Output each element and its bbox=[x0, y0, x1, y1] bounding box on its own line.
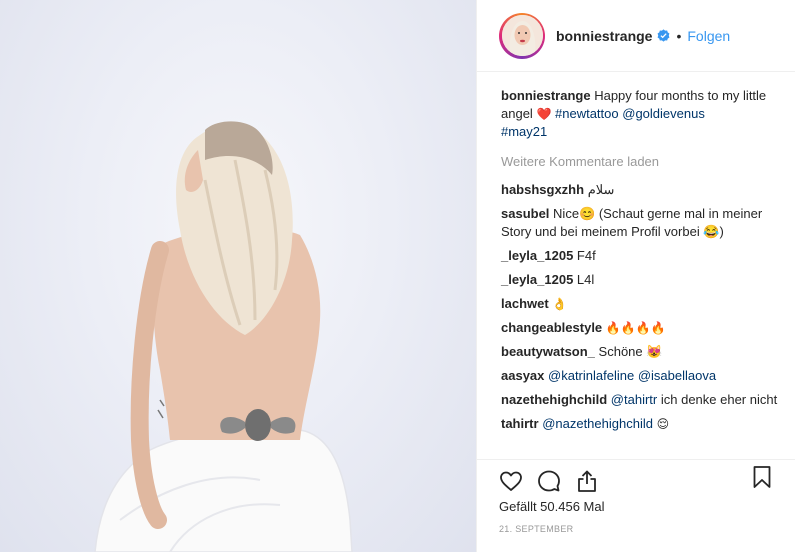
share-icon[interactable] bbox=[575, 469, 599, 493]
post-sidebar: bonniestrange • Folgen bonniestrange Hap… bbox=[476, 0, 795, 552]
comment-text: 🔥🔥🔥🔥 bbox=[605, 321, 666, 335]
header-separator: • bbox=[676, 27, 682, 44]
heart-icon[interactable] bbox=[499, 469, 523, 493]
comment-username[interactable]: habshsgxzhh bbox=[501, 182, 584, 197]
comment-mention[interactable]: @nazethehighchild bbox=[542, 416, 653, 431]
follow-button[interactable]: Folgen bbox=[687, 28, 730, 44]
comment-item: _leyla_1205 F4f bbox=[501, 247, 786, 265]
comment-item: lachwet 👌 bbox=[501, 295, 786, 313]
comment-text: F4f bbox=[576, 248, 596, 263]
comment-mention[interactable]: @isabellaova bbox=[638, 368, 716, 383]
comment-item: tahirtr @nazethehighchild 😌 bbox=[501, 415, 786, 433]
comment-item: beautywatson_ Schöne 😻 bbox=[501, 343, 786, 361]
comment-text: Schöne 😻 bbox=[598, 344, 663, 359]
post-caption: bonniestrange Happy four months to my li… bbox=[501, 87, 786, 141]
post-date: 21. SEPTEMBER bbox=[499, 524, 574, 534]
comment-username[interactable]: sasubel bbox=[501, 206, 549, 221]
comment-text: L4l bbox=[576, 272, 595, 287]
comment-mention[interactable]: @tahirtr bbox=[611, 392, 657, 407]
comment-text: 😌 bbox=[656, 417, 670, 431]
load-more-comments-button[interactable]: Weitere Kommentare laden bbox=[501, 153, 786, 171]
caption-emoji: ❤️ bbox=[536, 107, 552, 121]
comment-username[interactable]: tahirtr bbox=[501, 416, 539, 431]
post-actions: Gefällt 50.456 Mal 21. SEPTEMBER bbox=[477, 459, 795, 549]
action-icon-row bbox=[499, 464, 795, 498]
comment-item: changeablestyle 🔥🔥🔥🔥 bbox=[501, 319, 786, 337]
comment-item: aasyax @katrinlafeline @isabellaova bbox=[501, 367, 786, 385]
comment-mention[interactable]: @katrinlafeline bbox=[548, 368, 634, 383]
comment-username[interactable]: lachwet bbox=[501, 296, 549, 311]
caption-username[interactable]: bonniestrange bbox=[501, 88, 591, 103]
comment-username[interactable]: _leyla_1205 bbox=[501, 248, 573, 263]
comment-item: nazethehighchild @tahirtr ich denke eher… bbox=[501, 391, 786, 409]
post-photo[interactable] bbox=[0, 0, 476, 552]
like-count[interactable]: Gefällt 50.456 Mal bbox=[499, 499, 795, 514]
bookmark-icon[interactable] bbox=[750, 465, 774, 489]
comment-bubble-icon[interactable] bbox=[537, 469, 561, 493]
comment-username[interactable]: _leyla_1205 bbox=[501, 272, 573, 287]
comment-username[interactable]: nazethehighchild bbox=[501, 392, 607, 407]
comment-text: 👌 bbox=[552, 297, 568, 311]
comment-username[interactable]: changeablestyle bbox=[501, 320, 602, 335]
comment-item: sasubel Nice😊 (Schaut gerne mal in meine… bbox=[501, 205, 786, 241]
caption-hashtag-may21[interactable]: #may21 bbox=[501, 124, 547, 139]
comment-item: habshsgxzhh سلام bbox=[501, 181, 786, 199]
comment-username[interactable]: aasyax bbox=[501, 368, 544, 383]
caption-mention-goldievenus[interactable]: @goldievenus bbox=[622, 106, 705, 121]
photo-illustration bbox=[94, 121, 353, 552]
avatar[interactable] bbox=[499, 12, 545, 59]
comment-text: ich denke eher nicht bbox=[660, 392, 778, 407]
comment-username[interactable]: beautywatson_ bbox=[501, 344, 595, 359]
comment-text: سلام bbox=[587, 182, 615, 197]
post-header: bonniestrange • Folgen bbox=[477, 0, 795, 72]
avatar-image bbox=[501, 15, 543, 56]
verified-badge-icon bbox=[658, 29, 670, 42]
comment-item: _leyla_1205 L4l bbox=[501, 271, 786, 289]
comments-section: bonniestrange Happy four months to my li… bbox=[477, 73, 795, 459]
post-author-username[interactable]: bonniestrange bbox=[556, 28, 652, 44]
caption-hashtag-newtattoo[interactable]: #newtattoo bbox=[555, 106, 619, 121]
